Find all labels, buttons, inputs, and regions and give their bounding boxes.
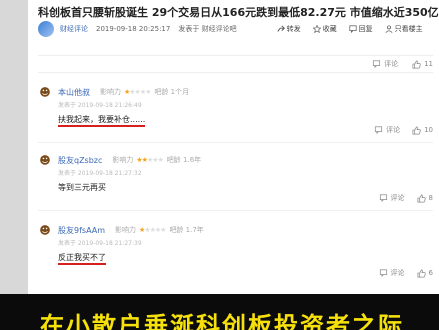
comment-time: 发表于 2019-09-18 21:26:49	[58, 102, 142, 109]
post-origin[interactable]: 发表于 财经评论吧	[178, 24, 236, 34]
bar-age: 吧龄 1.6年	[166, 156, 202, 164]
article-meta: 财经评论 2019-09-18 20:25:17 发表于 财经评论吧 转发 收藏…	[38, 18, 438, 40]
thumbs-up-icon	[412, 60, 421, 68]
comment-body: 反正我买不了	[58, 252, 433, 265]
comment-reply-button[interactable]: 评论	[379, 268, 405, 278]
thumbs-up-icon	[412, 126, 421, 134]
bar-age: 吧龄 1.7年	[169, 226, 204, 234]
user-avatar-icon[interactable]: ☻	[38, 223, 52, 237]
commenter-name[interactable]: 股友9fsAAm	[58, 225, 105, 236]
comment-item: ☻ 股友9fsAAm 影响力 ★★★★★ 吧龄 1.7年 发表于 2019-09…	[38, 223, 433, 277]
post-page: 科创板首只腰斩股诞生 29个交易日从166元跌到最低82.27元 市值缩水近35…	[28, 0, 439, 294]
comment-time: 发表于 2019-09-18 21:27:32	[58, 170, 142, 177]
comment-actions: 评论 10	[362, 125, 433, 135]
comment-icon	[373, 60, 381, 68]
comment-reply-button[interactable]: 评论	[379, 193, 405, 203]
comment-divider	[38, 142, 433, 143]
influence-stars: ★★★★★	[139, 226, 166, 234]
comment-text: 扶我起来，我要补仓......	[58, 115, 146, 127]
post-comment-button[interactable]: 评论	[372, 59, 398, 69]
influence-stars: ★★★★★	[124, 88, 151, 96]
comment-reply-label: 评论	[390, 194, 405, 202]
comment-text: 反正我买不了	[58, 253, 106, 265]
share-icon	[277, 25, 285, 32]
comment-body: 扶我起来，我要补仓......	[58, 114, 433, 127]
post-comment-label: 评论	[384, 60, 399, 68]
author-avatar[interactable]	[38, 21, 54, 37]
user-avatar-icon[interactable]: ☻	[38, 153, 52, 167]
caption-text: 在小散户垂涎科创板投资者之际	[40, 312, 404, 330]
comment-text: 等到三元再买	[58, 183, 106, 192]
bar-age: 吧龄 1个月	[154, 88, 190, 96]
comment-like-button[interactable]: 6	[417, 268, 433, 278]
comment-item: ☻ 股友qZsbzc 影响力 ★★★★★ 吧龄 1.6年 发表于 2019-09…	[38, 153, 433, 202]
influence-stars: ★★★★★	[136, 156, 163, 164]
influence-label: 影响力	[100, 88, 121, 96]
comment-like-button[interactable]: 8	[417, 193, 433, 203]
star-outline-icon	[312, 25, 321, 33]
comment-item: ☻ 本山他叔 影响力 ★★★★★ 吧龄 1个月 发表于 2019-09-18 2…	[38, 85, 433, 134]
comment-actions: 评论 8	[367, 193, 433, 203]
comment-icon	[375, 126, 383, 134]
comment-reply-label: 评论	[386, 126, 401, 134]
comment-like-count: 6	[428, 269, 433, 277]
commenter-name[interactable]: 股友qZsbzc	[58, 155, 102, 166]
comment-like-count: 10	[424, 126, 433, 134]
comment-time: 发表于 2019-09-18 21:27:39	[58, 240, 142, 247]
comment-icon	[379, 269, 387, 277]
favorite-label: 收藏	[322, 25, 337, 33]
post-actions-bar: 评论 11	[38, 55, 433, 73]
owner-only-button[interactable]: 只看楼主	[385, 24, 423, 34]
favorite-button[interactable]: 收藏	[312, 24, 337, 34]
caption-banner: 在小散户垂涎科创板投资者之际	[0, 294, 439, 330]
thumbs-up-icon	[417, 194, 426, 202]
comment-icon	[349, 25, 357, 33]
comment-reply-label: 评论	[390, 269, 405, 277]
share-label: 转发	[286, 25, 301, 33]
share-button[interactable]: 转发	[277, 24, 301, 34]
person-icon	[385, 25, 393, 33]
comment-like-count: 8	[428, 194, 433, 202]
post-time: 2019-09-18 20:25:17	[96, 25, 171, 33]
reply-button[interactable]: 回复	[349, 24, 373, 34]
comment-divider	[38, 210, 433, 211]
reply-label: 回复	[358, 25, 373, 33]
comment-actions: 评论 6	[367, 268, 433, 278]
thumbs-up-icon	[417, 269, 426, 277]
comment-icon	[379, 194, 387, 202]
author-name[interactable]: 财经评论	[60, 24, 88, 34]
influence-label: 影响力	[112, 156, 134, 164]
post-like-button[interactable]: 11	[412, 60, 433, 69]
commenter-name[interactable]: 本山他叔	[58, 87, 90, 98]
comment-body: 等到三元再买	[58, 182, 433, 193]
post-like-count: 11	[424, 60, 433, 68]
influence-label: 影响力	[115, 226, 137, 234]
user-avatar-icon[interactable]: ☻	[38, 85, 52, 99]
owner-only-label: 只看楼主	[394, 25, 423, 33]
comment-reply-button[interactable]: 评论	[374, 125, 400, 135]
comment-like-button[interactable]: 10	[412, 125, 433, 135]
